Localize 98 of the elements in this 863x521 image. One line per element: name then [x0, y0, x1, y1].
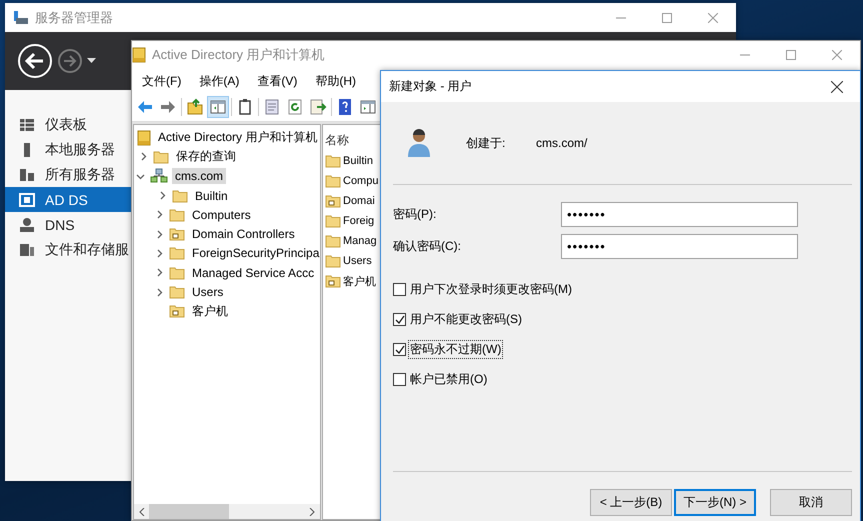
- tree-item[interactable]: Managed Service Accc: [189, 264, 318, 281]
- tree-pane-icon: [209, 98, 227, 116]
- tree-item[interactable]: Active Directory 用户和计算机: [155, 128, 320, 148]
- dashboard-icon: [19, 116, 35, 132]
- folder-icon: [325, 234, 341, 248]
- window-title: Active Directory 用户和计算机: [151, 46, 326, 64]
- toolbar-button[interactable]: [207, 96, 229, 118]
- servers-icon: [19, 166, 35, 182]
- folder-icon: [169, 227, 185, 242]
- checkbox-label[interactable]: 帐户已禁用(O): [408, 370, 490, 389]
- folder-icon: [169, 208, 185, 222]
- created-in-label: 创建于:: [466, 134, 506, 152]
- server-icon: [19, 192, 35, 208]
- tree-item[interactable]: 客户机: [189, 302, 231, 321]
- menu-item[interactable]: 文件(F): [142, 73, 182, 89]
- password-field[interactable]: •••••••: [561, 234, 798, 259]
- list-item[interactable]: Domai: [343, 195, 375, 207]
- menu-item[interactable]: 操作(A): [199, 73, 240, 89]
- chevron-right-icon[interactable]: [158, 191, 166, 200]
- maximize-icon[interactable]: [662, 12, 672, 22]
- up-folder-icon: [186, 98, 204, 116]
- checkbox-label[interactable]: 用户下次登录时须更改密码(M): [408, 280, 574, 299]
- chevron-right-icon[interactable]: [154, 288, 164, 297]
- chevron-right-icon[interactable]: [154, 268, 164, 278]
- tree-item[interactable]: cms.com: [172, 168, 226, 184]
- checkbox[interactable]: [393, 313, 406, 326]
- book-icon: [132, 47, 146, 63]
- sidebar-item[interactable]: 本地服务器: [5, 137, 131, 162]
- dialog-button[interactable]: 下一步(N) >: [674, 489, 756, 516]
- list-item[interactable]: 客户机: [343, 274, 376, 288]
- sidebar-item[interactable]: 所有服务器: [5, 162, 131, 187]
- properties-icon: [263, 98, 281, 116]
- folder-icon: [325, 214, 341, 228]
- chevron-right-icon[interactable]: [154, 230, 164, 239]
- menu-item[interactable]: 查看(V): [257, 73, 298, 89]
- scroll-right-icon[interactable]: [309, 508, 315, 516]
- refresh-icon: [286, 98, 304, 116]
- folder-icon: [169, 285, 185, 300]
- files-icon: [19, 242, 35, 258]
- checkbox-label[interactable]: 用户不能更改密码(S): [408, 310, 524, 329]
- created-in-value: cms.com/: [536, 136, 588, 150]
- sidebar-item[interactable]: DNS: [5, 212, 131, 237]
- chevron-down-icon[interactable]: [136, 172, 144, 181]
- tree-item[interactable]: Users: [189, 284, 226, 300]
- folder-icon: [325, 174, 341, 188]
- minimize-icon[interactable]: [740, 54, 750, 56]
- folder-icon: [169, 304, 185, 318]
- list-item[interactable]: Foreig: [343, 215, 374, 227]
- forward-arrow-icon: [159, 98, 177, 116]
- chevron-right-icon[interactable]: [154, 210, 164, 220]
- folder-icon: [153, 150, 169, 164]
- folder-icon: [169, 246, 185, 260]
- checkbox[interactable]: [393, 283, 406, 296]
- field-label: 密码(P):: [393, 206, 438, 223]
- list-item[interactable]: Users: [343, 255, 372, 267]
- minimize-icon[interactable]: [616, 16, 626, 18]
- menu-item[interactable]: 帮助(H): [315, 73, 356, 89]
- sidebar-item[interactable]: 仪表板: [5, 112, 131, 137]
- chevron-right-icon[interactable]: [154, 248, 164, 258]
- horizontal-scrollbar[interactable]: [134, 504, 320, 519]
- close-icon[interactable]: [831, 80, 843, 92]
- user-icon: [406, 127, 432, 159]
- list-item[interactable]: Manag: [343, 235, 377, 247]
- pane-view-icon: [359, 98, 377, 116]
- folder-icon: [325, 274, 341, 288]
- field-label: 确认密码(C):: [393, 238, 462, 255]
- tree-item[interactable]: Builtin: [192, 188, 231, 204]
- dialog-button[interactable]: < 上一步(B): [590, 489, 672, 516]
- list-item[interactable]: Builtin: [343, 155, 373, 167]
- tree-item[interactable]: Domain Controllers: [189, 226, 298, 242]
- folder-icon: [325, 254, 341, 268]
- column-header[interactable]: 名称: [325, 132, 349, 148]
- dialog-button[interactable]: 取消: [770, 489, 852, 516]
- sidebar-item[interactable]: 文件和存储服: [5, 237, 131, 262]
- help-icon: [336, 98, 354, 116]
- checkbox[interactable]: [393, 373, 406, 386]
- maximize-icon[interactable]: [786, 50, 796, 60]
- sidebar-item[interactable]: AD DS: [5, 187, 131, 212]
- scroll-left-icon[interactable]: [139, 508, 145, 516]
- window-title: 服务器管理器: [34, 8, 114, 26]
- checkbox-label[interactable]: 密码永不过期(W): [408, 340, 504, 359]
- folder-icon: [325, 154, 341, 168]
- list-item[interactable]: Compu: [343, 175, 378, 187]
- chevron-right-icon[interactable]: [138, 152, 148, 162]
- dropdown-arrow-icon[interactable]: [87, 58, 96, 64]
- book-icon: [137, 130, 151, 146]
- folder-icon: [169, 266, 185, 280]
- tree-item[interactable]: Computers: [189, 206, 254, 223]
- dialog-title: 新建对象 - 用户: [389, 78, 473, 95]
- export-icon: [309, 98, 327, 116]
- password-field[interactable]: •••••••: [561, 202, 798, 227]
- folder-icon: [325, 194, 341, 208]
- server-manager-icon: [13, 10, 29, 26]
- folder-icon: [172, 188, 188, 203]
- domain-icon: [150, 168, 168, 184]
- checkbox[interactable]: [393, 343, 406, 356]
- tree-item[interactable]: 保存的查询: [173, 147, 239, 166]
- tree-item[interactable]: ForeignSecurityPrincipa: [189, 245, 320, 262]
